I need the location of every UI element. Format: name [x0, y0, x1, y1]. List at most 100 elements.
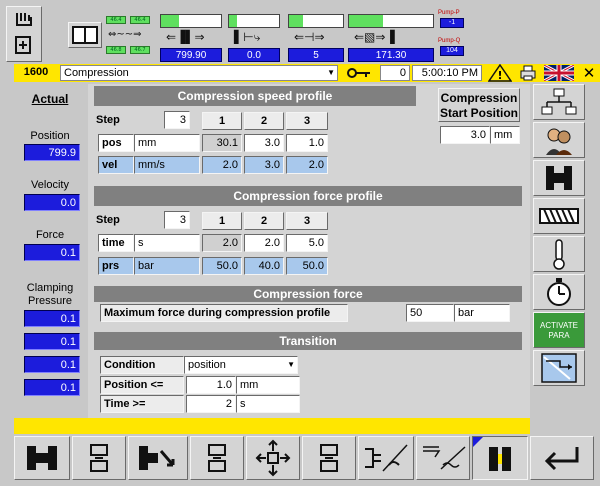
hand-mode-button[interactable]: [6, 6, 42, 62]
speed-row-pos-label: pos: [98, 134, 134, 152]
velocity-value: 0.0: [24, 194, 80, 211]
position-label: Position: [30, 130, 70, 142]
language-flag-icon[interactable]: [543, 63, 575, 83]
mold-icon: [72, 26, 98, 44]
speed-step-input[interactable]: 3: [164, 111, 190, 129]
close-icon[interactable]: ✕: [580, 64, 598, 82]
force-value: 0.1: [24, 244, 80, 261]
bottom-clamp-button[interactable]: [72, 436, 126, 480]
activate-para-label: ACTIVATE PARA: [540, 321, 578, 340]
pump-p-label: Pump-P: [438, 10, 460, 16]
bottom-core-button[interactable]: [246, 436, 300, 480]
mold-button[interactable]: [533, 160, 585, 196]
max-force-label: Maximum force during compression profile: [100, 304, 348, 322]
speed-vel-1[interactable]: 2.0: [202, 156, 242, 174]
compression-force-header: Compression force: [94, 286, 522, 302]
temperature-button[interactable]: [533, 236, 585, 272]
key-icon[interactable]: [344, 65, 378, 81]
speed-profile-header: Compression speed profile: [94, 86, 416, 106]
bottom-back-button[interactable]: [530, 436, 594, 480]
screw-gauge: [348, 14, 434, 28]
thermometer-icon: [553, 239, 565, 270]
injection-button[interactable]: [533, 350, 585, 386]
bottom-injection-button[interactable]: [358, 436, 414, 480]
speed-col-3: 3: [286, 112, 328, 130]
force-row-prs-label: prs: [98, 257, 134, 275]
injection-unit-icon: [365, 444, 408, 472]
speed-pos-3[interactable]: 1.0: [286, 134, 328, 152]
screw-button[interactable]: [533, 198, 585, 234]
program-number: 1600: [14, 65, 58, 81]
warning-icon[interactable]: !: [487, 63, 514, 82]
force-time-1[interactable]: 2.0: [202, 234, 242, 252]
pump-q-value: 104: [440, 46, 464, 56]
status-bar: 1600 Compression ▼ 0 5:00:10 PM ! ✕: [14, 63, 600, 83]
time-ge-label: Time >=: [100, 395, 184, 413]
bottom-nozzle-button[interactable]: [190, 436, 244, 480]
force-row-prs-unit: bar: [134, 257, 200, 275]
time-ge-input[interactable]: 2: [186, 395, 236, 413]
clamping-value-4: 0.1: [24, 379, 80, 396]
clamping-value-1: 0.1: [24, 310, 80, 327]
return-arrow-icon: [544, 447, 579, 471]
start-position-input[interactable]: 3.0: [440, 126, 490, 144]
timer-button[interactable]: [533, 274, 585, 310]
screw-feed-icon: [539, 208, 579, 224]
double-arrow-icon: ⇔~~⇒: [108, 29, 142, 40]
network-button[interactable]: [533, 84, 585, 120]
ejector-gauge: [228, 14, 280, 28]
clamping-value-2: 0.1: [24, 333, 80, 350]
mold-clamp-icon: [546, 166, 572, 190]
network-icon: [541, 88, 577, 115]
force-time-2[interactable]: 2.0: [244, 234, 284, 252]
force-step-input[interactable]: 3: [164, 211, 190, 229]
pump-p-value: -1: [440, 18, 464, 28]
temp-led-2: 46.4: [130, 16, 150, 24]
pump-q-label: Pump-Q: [438, 38, 461, 44]
force-prs-3[interactable]: 50.0: [286, 257, 328, 275]
clock-field: 5:00:10 PM: [412, 65, 482, 81]
counter-field: 0: [380, 65, 410, 81]
program-select[interactable]: Compression ▼: [60, 65, 338, 81]
speed-step-label: Step: [96, 114, 120, 126]
force-prs-2[interactable]: 40.0: [244, 257, 284, 275]
condition-select[interactable]: position ▼: [184, 356, 298, 374]
plasticizing-icon: [423, 446, 466, 470]
bottom-mold-button[interactable]: [14, 436, 70, 480]
mold-view-button[interactable]: [68, 22, 102, 48]
screw-group: ⇐▧⇒▐ 171.30: [346, 10, 436, 62]
max-force-input[interactable]: 50: [406, 304, 454, 322]
clamp-position-value: 799.90: [160, 48, 222, 62]
velocity-label: Velocity: [31, 179, 69, 191]
force-step-label: Step: [96, 214, 120, 226]
start-position-title-line1: Compression: [440, 91, 518, 105]
speed-col-2: 2: [244, 112, 284, 130]
force-row-time-unit: s: [134, 234, 200, 252]
message-bar: [14, 418, 530, 434]
force-col-3: 3: [286, 212, 328, 230]
position-le-input[interactable]: 1.0: [186, 376, 236, 394]
operators-icon: [546, 128, 572, 155]
force-time-3[interactable]: 5.0: [286, 234, 328, 252]
temp-led-1: 46.4: [106, 16, 126, 24]
speed-col-1: 1: [202, 112, 242, 130]
speed-vel-2[interactable]: 3.0: [244, 156, 284, 174]
bottom-plasticizing-button[interactable]: [416, 436, 470, 480]
speed-vel-3[interactable]: 2.0: [286, 156, 328, 174]
speed-row-pos-unit: mm: [134, 134, 200, 152]
activate-para-button[interactable]: ACTIVATE PARA: [533, 312, 585, 348]
speed-pos-1[interactable]: 30.1: [202, 134, 242, 152]
bottom-ejector-button[interactable]: [128, 436, 188, 480]
printer-icon[interactable]: [518, 64, 540, 82]
ejector-value: 0.0: [228, 48, 280, 62]
bottom-compression-button[interactable]: [472, 436, 528, 480]
top-toolbar: 46.4 46.4 ⇔~~⇒ 46.8 46.7 ⇐▐▌⇒ 799.90 ▌⊢⤷…: [0, 0, 600, 64]
force-prs-1[interactable]: 50.0: [202, 257, 242, 275]
force-row-time-label: time: [98, 234, 134, 252]
speed-pos-2[interactable]: 3.0: [244, 134, 284, 152]
temp-led-3: 46.8: [106, 46, 126, 54]
bottom-core-unit-button[interactable]: [302, 436, 356, 480]
nozzle-unit-icon: [208, 444, 226, 472]
transition-header: Transition: [94, 332, 522, 350]
operators-button[interactable]: [533, 122, 585, 158]
